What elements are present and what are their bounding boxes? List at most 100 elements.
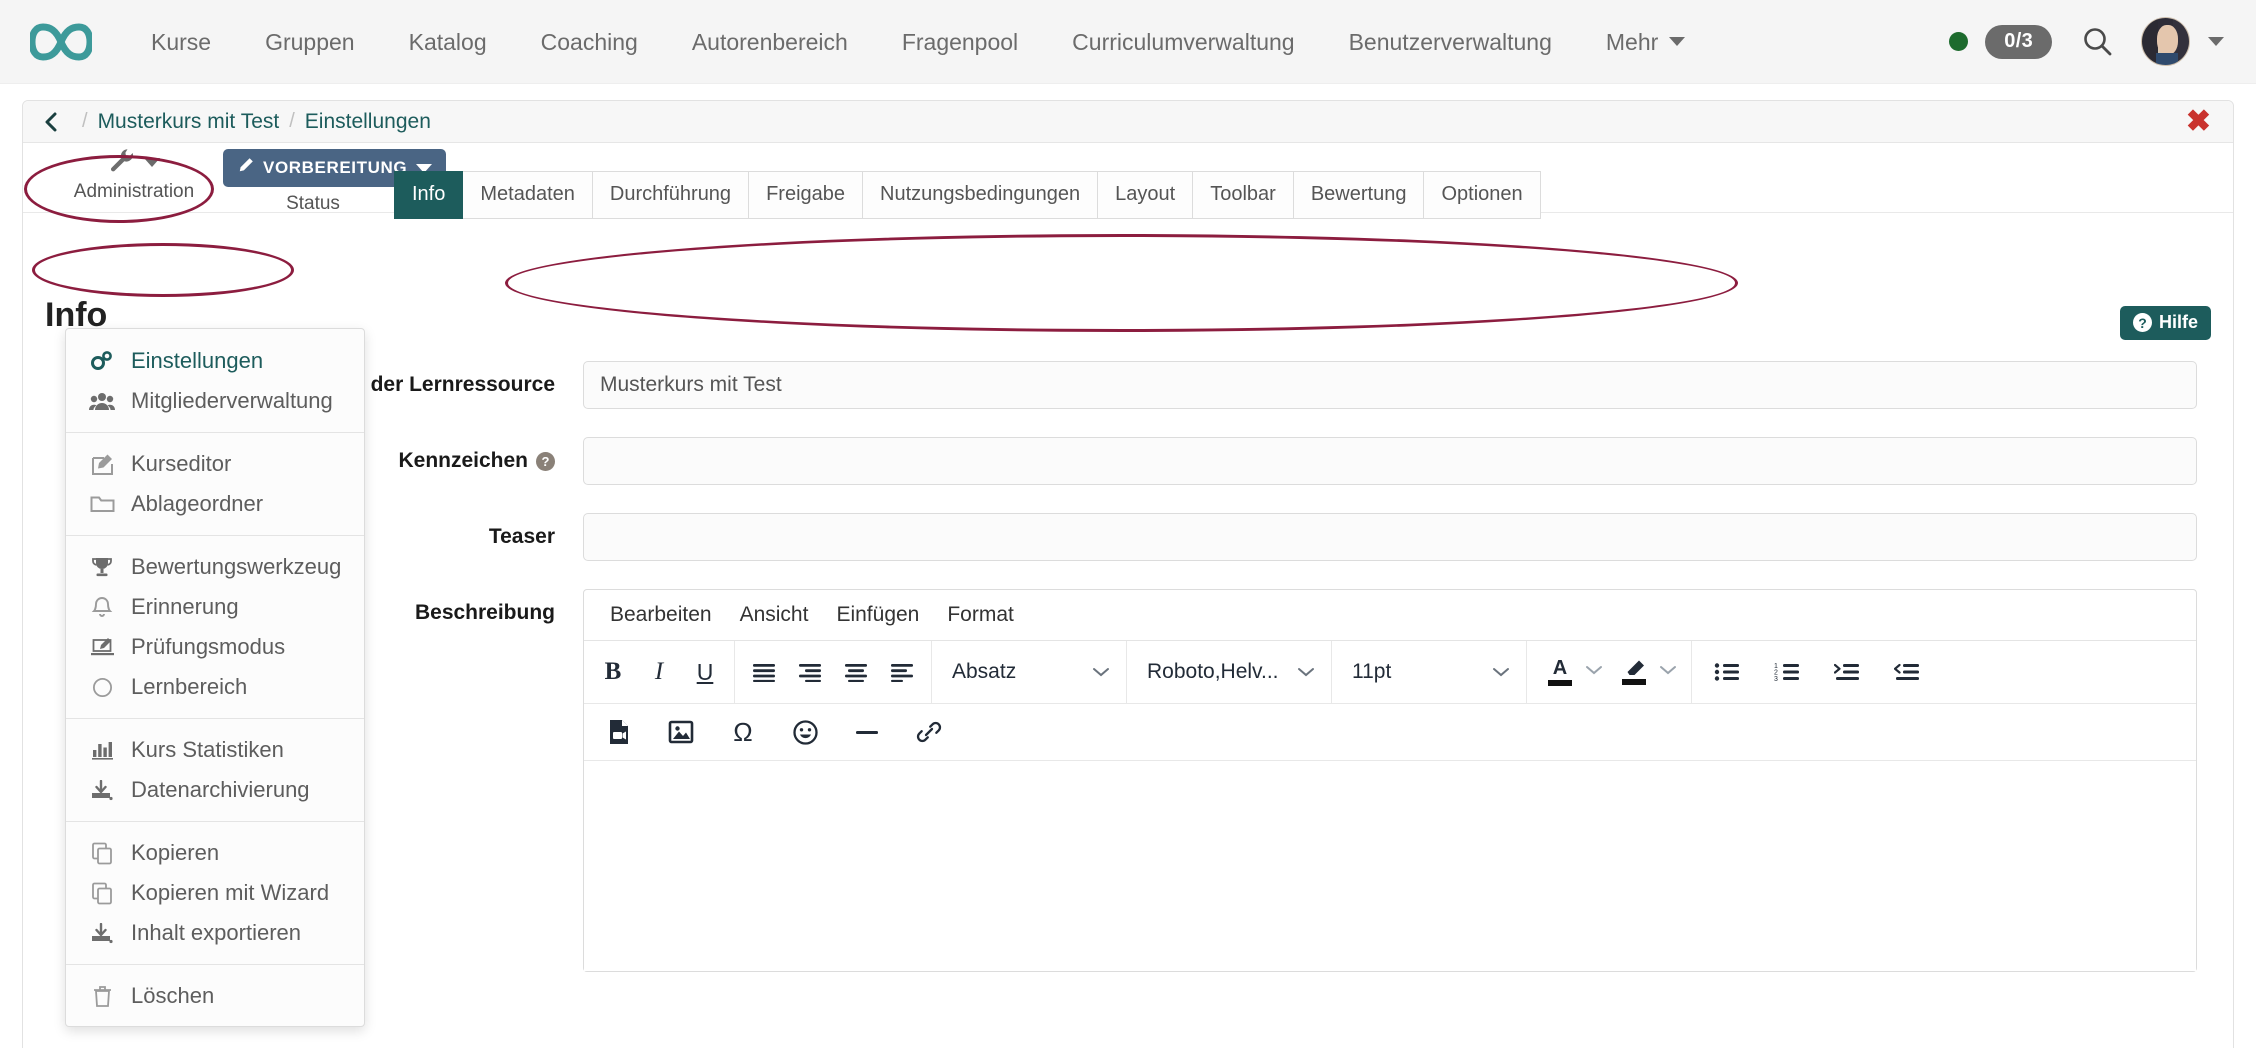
menu-item-kopieren[interactable]: Kopieren	[66, 833, 364, 873]
breadcrumb-separator: /	[289, 110, 295, 133]
editor-menu-format[interactable]: Format	[933, 600, 1028, 630]
nav-link-fragenpool[interactable]: Fragenpool	[875, 0, 1045, 84]
menu-item-inhalt-exportieren[interactable]: Inhalt exportieren	[66, 913, 364, 953]
tab-freigabe[interactable]: Freigabe	[749, 171, 863, 219]
field-label-teaser-text: Teaser	[489, 525, 555, 549]
menu-item-ablageordner-label: Ablageordner	[131, 491, 263, 517]
nav-link-mehr[interactable]: Mehr	[1579, 0, 1712, 84]
chevron-down-icon	[1297, 660, 1315, 684]
image-icon[interactable]	[658, 709, 704, 755]
nav-link-katalog[interactable]: Katalog	[382, 0, 514, 84]
title-input[interactable]	[583, 361, 2197, 409]
special-character-icon[interactable]: Ω	[720, 709, 766, 755]
nav-link-kurse[interactable]: Kurse	[124, 0, 238, 84]
editor-group-lists: 1 2 3	[1692, 641, 1942, 703]
tab-nutzungsbedingungen[interactable]: Nutzungsbedingungen	[863, 171, 1098, 219]
menu-item-bewertungswerkzeug[interactable]: Bewertungswerkzeug	[66, 547, 364, 587]
menu-item-erinnerung[interactable]: Erinnerung	[66, 587, 364, 627]
menu-item-datenarchivierung-label: Datenarchivierung	[131, 777, 310, 803]
chevron-left-icon[interactable]	[43, 111, 59, 133]
nav-link-curriculumverwaltung[interactable]: Curriculumverwaltung	[1045, 0, 1321, 84]
numbered-list-icon[interactable]: 1 2 3	[1764, 649, 1810, 695]
field-label-kennzeichen-text: Kennzeichen	[398, 449, 528, 473]
question-circle-icon: ?	[2133, 313, 2152, 332]
help-button[interactable]: ? Hilfe	[2120, 306, 2211, 340]
pencil-icon	[237, 157, 254, 179]
align-left-icon[interactable]	[879, 649, 925, 695]
infinity-logo[interactable]	[30, 22, 92, 62]
menu-item-ablageordner[interactable]: Ablageordner	[66, 484, 364, 524]
chevron-down-icon[interactable]	[2208, 37, 2224, 46]
nav-link-coaching[interactable]: Coaching	[514, 0, 665, 84]
copy-icon	[88, 842, 116, 865]
chevron-down-icon	[144, 158, 160, 167]
tab-bar: Info Metadaten Durchführung Freigabe Nut…	[394, 171, 1541, 219]
bold-icon[interactable]: B	[590, 649, 636, 695]
menu-item-pruefungsmodus[interactable]: Prüfungsmodus	[66, 627, 364, 667]
editor-content-area[interactable]	[584, 761, 2196, 971]
font-family-value: Roboto,Helv...	[1147, 660, 1279, 684]
chevron-down-icon[interactable]	[1659, 663, 1677, 681]
bullet-list-icon[interactable]	[1704, 649, 1750, 695]
breadcrumb-item-settings[interactable]: Einstellungen	[305, 110, 431, 134]
tab-info[interactable]: Info	[394, 171, 463, 219]
indent-decrease-icon[interactable]	[1884, 649, 1930, 695]
media-file-icon[interactable]	[596, 709, 642, 755]
menu-item-mitgliederverwaltung[interactable]: Mitgliederverwaltung	[66, 381, 364, 421]
font-family-select[interactable]: Roboto,Helv...	[1133, 649, 1325, 695]
tab-toolbar[interactable]: Toolbar	[1193, 171, 1294, 219]
menu-item-datenarchivierung[interactable]: Datenarchivierung	[66, 770, 364, 810]
breadcrumb-item-course[interactable]: Musterkurs mit Test	[98, 110, 280, 134]
close-icon[interactable]: ✖	[2186, 107, 2211, 137]
bell-icon	[88, 596, 116, 619]
administration-label: Administration	[59, 181, 209, 203]
search-icon[interactable]	[2082, 26, 2114, 58]
tab-durchfuehrung[interactable]: Durchführung	[593, 171, 749, 219]
menu-item-lernbereich[interactable]: Lernbereich	[66, 667, 364, 707]
nav-link-gruppen[interactable]: Gruppen	[238, 0, 382, 84]
teaser-input[interactable]	[583, 513, 2197, 561]
nav-link-autorenbereich[interactable]: Autorenbereich	[665, 0, 875, 84]
text-color-icon[interactable]: A	[1537, 649, 1583, 695]
tab-layout[interactable]: Layout	[1098, 171, 1193, 219]
tab-metadaten[interactable]: Metadaten	[463, 171, 593, 219]
administration-dropdown-menu: Einstellungen Mitgliederverwaltung	[65, 328, 365, 1027]
block-format-select[interactable]: Absatz	[938, 649, 1120, 695]
online-status-dot	[1949, 32, 1968, 51]
administration-button[interactable]: Administration	[59, 147, 209, 203]
menu-item-kurs-statistiken-label: Kurs Statistiken	[131, 737, 284, 763]
horizontal-rule-icon[interactable]	[844, 709, 890, 755]
editor-menu-bearbeiten[interactable]: Bearbeiten	[596, 600, 726, 630]
svg-text:3: 3	[1774, 676, 1778, 682]
italic-icon[interactable]: I	[636, 649, 682, 695]
editor-menu-einfuegen[interactable]: Einfügen	[822, 600, 933, 630]
font-size-select[interactable]: 11pt	[1338, 649, 1520, 695]
menu-separator	[66, 821, 364, 822]
align-justify-icon[interactable]	[741, 649, 787, 695]
align-right-icon[interactable]	[787, 649, 833, 695]
link-icon[interactable]	[906, 709, 952, 755]
avatar[interactable]	[2141, 17, 2190, 66]
menu-item-loeschen[interactable]: Löschen	[66, 976, 364, 1016]
menu-item-kurseditor[interactable]: Kurseditor	[66, 444, 364, 484]
highlight-color-icon[interactable]	[1611, 649, 1657, 695]
help-circle-icon[interactable]: ?	[536, 452, 555, 471]
menu-item-kopieren-mit-wizard[interactable]: Kopieren mit Wizard	[66, 873, 364, 913]
align-center-icon[interactable]	[833, 649, 879, 695]
tab-bewertung[interactable]: Bewertung	[1294, 171, 1425, 219]
tab-optionen[interactable]: Optionen	[1424, 171, 1540, 219]
menu-item-kurs-statistiken[interactable]: Kurs Statistiken	[66, 730, 364, 770]
archive-download-icon	[88, 923, 116, 944]
text-color-swatch	[1548, 680, 1572, 686]
emoticon-icon[interactable]	[782, 709, 828, 755]
editor-menu-ansicht[interactable]: Ansicht	[726, 600, 823, 630]
underline-icon[interactable]: U	[682, 649, 728, 695]
avatar-image-part	[2157, 25, 2178, 55]
kennzeichen-input[interactable]	[583, 437, 2197, 485]
indent-increase-icon[interactable]	[1824, 649, 1870, 695]
nav-link-benutzerverwaltung[interactable]: Benutzerverwaltung	[1322, 0, 1579, 84]
assessment-count-badge[interactable]: 0/3	[1985, 25, 2052, 59]
menu-item-einstellungen[interactable]: Einstellungen	[66, 341, 364, 381]
chevron-down-icon	[1492, 660, 1510, 684]
chevron-down-icon[interactable]	[1585, 663, 1603, 681]
